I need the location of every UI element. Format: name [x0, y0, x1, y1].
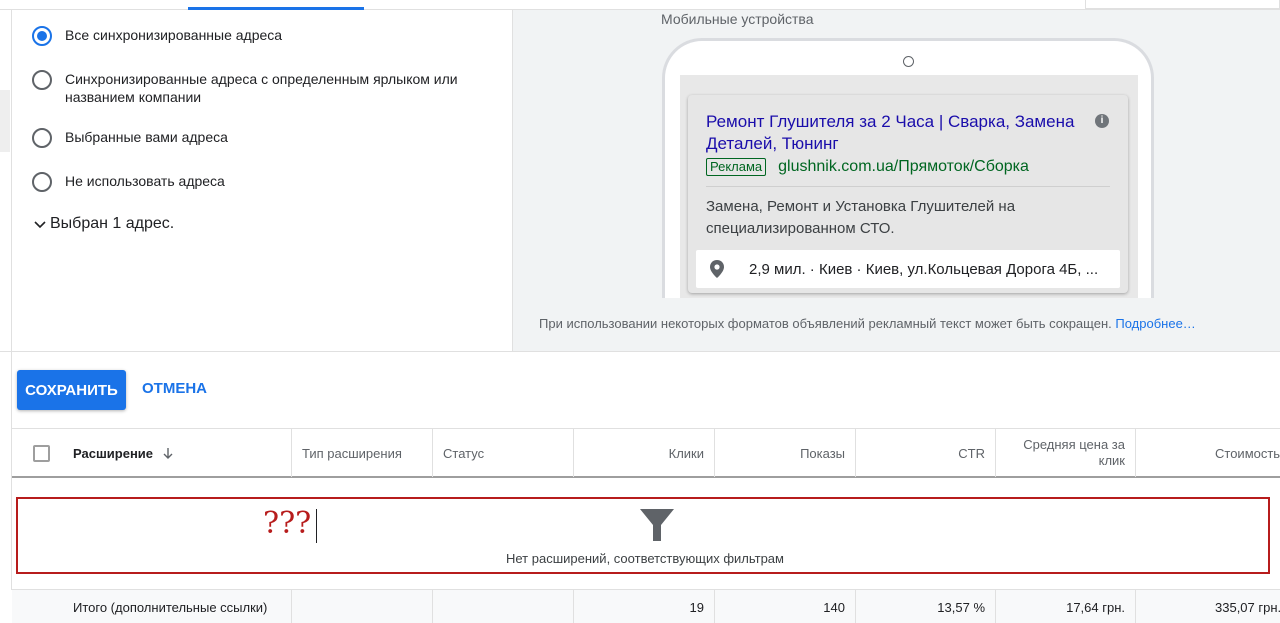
- selected-addresses-expander[interactable]: Выбран 1 адрес.: [32, 215, 174, 233]
- table-header: Расширение Тип расширения Статус Клики П…: [12, 428, 1280, 478]
- radio-option-label: Выбранные вами адреса: [65, 129, 228, 145]
- learn-more-link[interactable]: Подробнее…: [1115, 316, 1195, 331]
- totals-impressions: 140: [715, 590, 856, 623]
- ad-card: Ремонт Глушителя за 2 Часа | Сварка, Зам…: [688, 95, 1128, 293]
- radio-option-label: Не использовать адреса: [65, 173, 225, 189]
- totals-type-cell: [292, 590, 433, 623]
- column-header-impressions[interactable]: Показы: [715, 429, 856, 477]
- column-header-label: CTR: [958, 445, 985, 461]
- radio-option-synced-by-label[interactable]: Синхронизированные адреса с определенным…: [32, 70, 495, 106]
- empty-state: ??? Нет расширений, соответствующих филь…: [16, 497, 1270, 574]
- radio-button[interactable]: [32, 128, 52, 148]
- column-header-type[interactable]: Тип расширения: [292, 429, 433, 477]
- totals-status-cell: [433, 590, 574, 623]
- device-label: Мобильные устройства: [661, 11, 814, 27]
- column-header-cost[interactable]: Стоимость: [1136, 429, 1280, 477]
- totals-clicks: 19: [574, 590, 715, 623]
- cancel-button[interactable]: ОТМЕНА: [142, 380, 207, 397]
- column-header-status[interactable]: Статус: [433, 429, 574, 477]
- totals-ctr: 13,57 %: [856, 590, 996, 623]
- left-edge-strip: [0, 90, 10, 152]
- radio-button[interactable]: [32, 172, 52, 192]
- column-header-label: Клики: [668, 445, 704, 461]
- ad-location-text: 2,9 мил. · Киев · Киев, ул.Кольцевая Дор…: [749, 260, 1099, 278]
- radio-option-label: Синхронизированные адреса с определенным…: [65, 71, 458, 105]
- column-header-clicks[interactable]: Клики: [574, 429, 715, 477]
- info-icon[interactable]: i: [1095, 114, 1109, 128]
- address-options-panel: Все синхронизированные адреса Синхронизи…: [12, 10, 512, 350]
- column-header-avg-cpc[interactable]: Средняя цена за клик: [996, 429, 1136, 477]
- annotation-question-marks: ???: [263, 506, 312, 541]
- column-header-label: Средняя цена за клик: [1023, 437, 1125, 468]
- ad-location-extension[interactable]: 2,9 мил. · Киев · Киев, ул.Кольцевая Дор…: [696, 250, 1120, 288]
- action-bar: СОХРАНИТЬ ОТМЕНА: [0, 351, 1280, 427]
- totals-row: Итого (дополнительные ссылки) 19 140 13,…: [12, 589, 1280, 623]
- phone-screen: Ремонт Глушителя за 2 Часа | Сварка, Зам…: [680, 75, 1138, 298]
- preview-note-text: При использовании некоторых форматов объ…: [539, 316, 1112, 331]
- save-button[interactable]: СОХРАНИТЬ: [17, 370, 126, 410]
- column-header-label: Стоимость: [1215, 445, 1280, 461]
- ad-description: Замена, Ремонт и Установка Глушителей на…: [706, 198, 1016, 237]
- ad-display-url: glushnik.com.ua/Прямоток/Сборка: [778, 158, 1029, 175]
- radio-option-no-addresses[interactable]: Не использовать адреса: [32, 172, 495, 192]
- arrow-down-icon: [163, 448, 173, 459]
- totals-cost: 335,07 грн.: [1215, 599, 1280, 615]
- text-cursor: [316, 509, 317, 543]
- ad-divider: [706, 186, 1110, 187]
- column-header-ctr[interactable]: CTR: [856, 429, 996, 477]
- preview-note: При использовании некоторых форматов объ…: [539, 316, 1196, 331]
- column-header-label: Показы: [800, 445, 845, 461]
- filter-icon: [640, 509, 674, 541]
- ad-headline[interactable]: Ремонт Глушителя за 2 Часа | Сварка, Зам…: [706, 111, 1096, 155]
- totals-label: Итого (дополнительные ссылки): [12, 590, 292, 623]
- empty-state-message: Нет расширений, соответствующих фильтрам: [506, 551, 784, 566]
- column-header-extension[interactable]: Расширение: [62, 429, 292, 477]
- ad-badge: Реклама: [706, 158, 767, 176]
- top-right-field[interactable]: [1085, 0, 1280, 9]
- chevron-down-icon: [34, 221, 46, 229]
- select-all-checkbox[interactable]: [33, 445, 50, 462]
- radio-button[interactable]: [32, 70, 52, 90]
- location-pin-icon: [710, 260, 724, 278]
- radio-option-label: Все синхронизированные адреса: [65, 27, 283, 43]
- totals-avg-cpc: 17,64 грн.: [996, 590, 1136, 623]
- ad-url-row: Реклама glushnik.com.ua/Прямоток/Сборка: [706, 158, 1029, 176]
- camera-icon: [903, 56, 914, 67]
- ad-preview-panel: Мобильные устройства Ремонт Глушителя за…: [512, 10, 1280, 351]
- radio-button-checked[interactable]: [32, 26, 52, 46]
- column-header-label: Статус: [443, 445, 485, 461]
- expander-label: Выбран 1 адрес.: [50, 215, 175, 232]
- column-header-label: Расширение: [73, 445, 154, 461]
- radio-option-all-synced[interactable]: Все синхронизированные адреса: [32, 26, 495, 46]
- phone-frame: Ремонт Глушителя за 2 Часа | Сварка, Зам…: [662, 38, 1154, 298]
- radio-option-selected-addresses[interactable]: Выбранные вами адреса: [32, 128, 495, 148]
- column-header-label: Тип расширения: [302, 445, 402, 461]
